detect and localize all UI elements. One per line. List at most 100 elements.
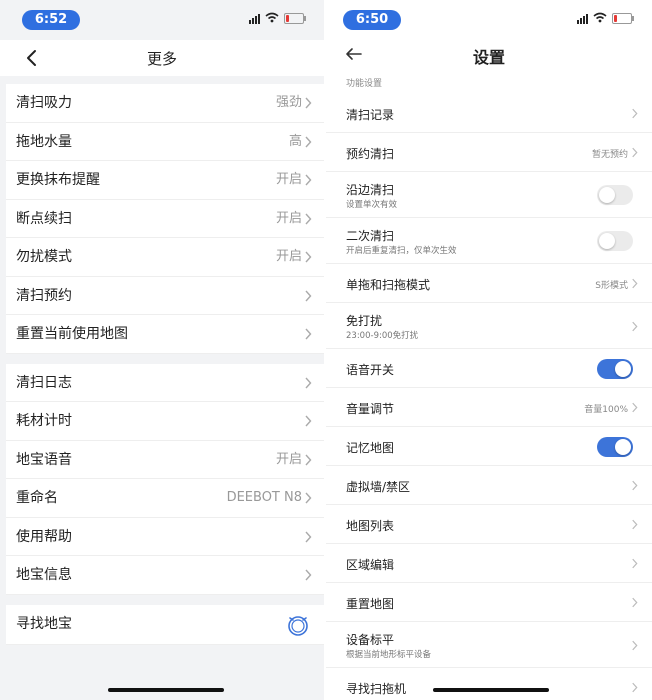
home-indicator[interactable] xyxy=(433,688,549,692)
settings-row[interactable]: 耗材计时 xyxy=(6,402,324,441)
page-title: 设置 xyxy=(472,48,505,67)
settings-list: 清扫吸力 强劲 拖地水量高更换抹布提醒 开启 断点续扫 开启 勿扰模式 开启 清扫预约 重置当前使… xyxy=(6,84,324,645)
settings-row[interactable]: 清扫吸力 强劲 xyxy=(6,84,324,123)
settings-row[interactable]: 设备标平 根据当前地形标平设备 xyxy=(326,622,652,668)
settings-row[interactable]: 预约清扫 暂无预约 xyxy=(326,133,652,172)
row-label: 寻找地宝 xyxy=(16,615,72,632)
row-value: S形模式 xyxy=(595,281,628,291)
settings-row[interactable]: 记忆地图 xyxy=(326,427,652,466)
chevron-right-icon xyxy=(305,213,312,224)
settings-row[interactable]: 区域编辑 xyxy=(326,544,652,583)
row-label: 使用帮助 xyxy=(16,528,72,545)
settings-row[interactable]: 更换抹布提醒 开启 xyxy=(6,161,324,200)
row-value: 高 xyxy=(288,133,302,149)
row-label: 沿边清扫 xyxy=(346,183,395,197)
robot-icon[interactable] xyxy=(286,613,310,637)
row-label: 单拖和扫拖模式 xyxy=(346,278,431,292)
row-label: 地宝语音 xyxy=(16,451,72,468)
settings-list: 清扫记录 预约清扫 暂无预约 沿边清扫 设置单次有效 二次清扫 开启后重复清扫，仅单次生效单… xyxy=(326,94,652,700)
settings-row[interactable]: 音量调节 音量100% xyxy=(326,388,652,427)
section-label: 功能设置 xyxy=(346,79,383,89)
settings-row[interactable]: 清扫日志 xyxy=(6,363,324,402)
chevron-right-icon xyxy=(305,97,312,109)
settings-row[interactable]: 拖地水量 高 xyxy=(6,122,324,161)
row-subtitle: 23:00-9:00免打扰 xyxy=(346,331,419,341)
nav-bar: 设置 xyxy=(326,40,652,76)
settings-row[interactable]: 二次清扫 开启后重复清扫，仅单次生效 xyxy=(326,218,652,264)
row-label: 地图列表 xyxy=(346,519,395,533)
find-robot-row[interactable]: 寻找地宝 xyxy=(6,604,324,645)
row-subtitle: 开启后重复清扫，仅单次生效 xyxy=(346,246,457,256)
home-indicator[interactable] xyxy=(108,688,224,692)
settings-row[interactable]: 断点续扫 开启 xyxy=(6,199,324,238)
chevron-right-icon xyxy=(305,454,312,465)
group-separator xyxy=(6,353,324,364)
settings-row[interactable]: 单拖和扫拖模式 S形模式 xyxy=(326,264,652,303)
battery-icon xyxy=(612,13,634,24)
settings-row[interactable]: 地图列表 xyxy=(326,505,652,544)
row-value: 暂无预约 xyxy=(591,150,628,160)
row-value: 开启 xyxy=(275,249,302,264)
chevron-right-icon xyxy=(305,415,312,427)
cellular-signal-icon xyxy=(577,13,588,24)
chevron-right-icon xyxy=(305,290,312,301)
chevron-right-icon xyxy=(632,321,638,331)
row-label: 重命名 xyxy=(16,490,58,506)
settings-row[interactable]: 虚拟墙/禁区 xyxy=(326,466,652,505)
toggle-switch[interactable] xyxy=(597,231,633,251)
settings-row[interactable]: 地宝信息 xyxy=(6,556,324,595)
row-value: 开启 xyxy=(275,451,302,467)
wifi-icon xyxy=(593,12,607,25)
chevron-right-icon xyxy=(632,278,638,289)
toggle-knob xyxy=(615,360,631,377)
toggle-switch[interactable] xyxy=(597,358,633,379)
toggle-switch[interactable] xyxy=(597,436,633,457)
row-label: 清扫日志 xyxy=(16,374,72,391)
toggle-switch[interactable] xyxy=(597,185,633,205)
row-label: 记忆地图 xyxy=(346,441,395,455)
row-label: 重置当前使用地图 xyxy=(16,326,128,342)
row-label: 断点续扫 xyxy=(16,210,72,227)
settings-row[interactable]: 沿边清扫设置单次有效 xyxy=(326,172,652,218)
row-label: 设备标平 xyxy=(346,633,395,647)
settings-row[interactable]: 重置地图 xyxy=(326,583,652,622)
more-screen: 6:52 更多 清扫吸力 强劲 拖地水量高更换抹布提醒 开启 断点续扫 开启 勿扰模式 开启清… xyxy=(0,0,324,700)
chevron-right-icon xyxy=(632,108,638,119)
settings-row[interactable]: 重置当前使用地图 xyxy=(6,315,324,354)
settings-row[interactable]: 地宝语音 开启 xyxy=(6,440,324,479)
group-separator xyxy=(6,594,324,605)
chevron-right-icon xyxy=(632,480,638,491)
row-value: DEEBOT N8 xyxy=(226,490,302,505)
status-time: 6:52 xyxy=(22,10,80,30)
settings-row[interactable]: 语音开关 xyxy=(326,349,652,388)
nav-bar: 更多 xyxy=(0,40,324,76)
chevron-right-icon xyxy=(305,569,312,581)
row-label: 虚拟墙/禁区 xyxy=(346,480,411,494)
row-label: 预约清扫 xyxy=(346,147,395,161)
settings-row[interactable]: 免打扰 23:00-9:00免打扰 xyxy=(326,303,652,349)
settings-row[interactable]: 寻找扫拖机 xyxy=(326,668,652,700)
battery-icon xyxy=(284,13,306,24)
chevron-right-icon xyxy=(305,531,312,542)
row-label: 清扫预约 xyxy=(16,287,72,304)
cellular-signal-icon xyxy=(249,13,260,24)
settings-row[interactable]: 清扫预约 xyxy=(6,276,324,315)
settings-row[interactable]: 勿扰模式 开启 xyxy=(6,238,324,277)
chevron-right-icon xyxy=(305,174,312,186)
status-time: 6:50 xyxy=(343,10,401,30)
row-label: 清扫吸力 xyxy=(16,95,72,111)
settings-row[interactable]: 使用帮助 xyxy=(6,517,324,556)
row-label: 拖地水量 xyxy=(16,133,72,150)
chevron-right-icon xyxy=(632,682,638,693)
row-label: 免打扰 xyxy=(346,314,383,328)
settings-row[interactable]: 重命名 DEEBOT N8 xyxy=(6,479,324,518)
row-subtitle: 设置单次有效 xyxy=(346,200,398,210)
chevron-right-icon xyxy=(632,402,638,413)
chevron-right-icon xyxy=(305,251,312,263)
chevron-right-icon xyxy=(632,558,638,569)
row-label: 耗材计时 xyxy=(16,413,72,429)
row-label: 寻找扫拖机 xyxy=(346,682,407,696)
toggle-knob xyxy=(599,187,615,203)
row-label: 地宝信息 xyxy=(16,567,72,583)
settings-row[interactable]: 清扫记录 xyxy=(326,94,652,133)
